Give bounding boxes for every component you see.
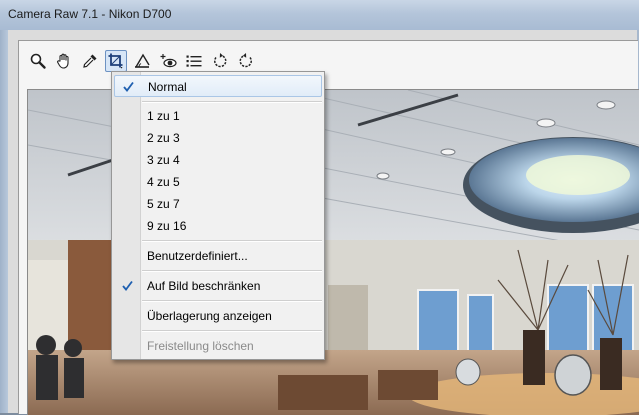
- menu-item-label: Überlagerung anzeigen: [147, 309, 272, 323]
- menu-item-custom[interactable]: Benutzerdefiniert...: [112, 245, 324, 267]
- menu-item-normal[interactable]: Normal: [114, 75, 322, 97]
- rotate-ccw-button[interactable]: [209, 50, 231, 72]
- menu-separator: [142, 101, 322, 103]
- menu-separator: [142, 240, 322, 242]
- hand-tool-button[interactable]: [53, 50, 75, 72]
- straighten-tool-button[interactable]: [131, 50, 153, 72]
- straighten-icon: [135, 53, 150, 68]
- menu-item-1-zu-1[interactable]: 1 zu 1: [112, 105, 324, 127]
- menu-item-3-zu-4[interactable]: 3 zu 4: [112, 149, 324, 171]
- menu-item-9-zu-16[interactable]: 9 zu 16: [112, 215, 324, 237]
- window-frame-left: [0, 30, 8, 413]
- eyedropper-tool-button[interactable]: [79, 50, 101, 72]
- redeye-tool-button[interactable]: [157, 50, 179, 72]
- crop-aspect-menu: Normal 1 zu 1 2 zu 3 3 zu 4 4 zu 5 5 zu …: [111, 71, 325, 360]
- menu-item-label: 1 zu 1: [147, 109, 180, 123]
- redeye-icon: [160, 54, 177, 68]
- menu-item-label: Auf Bild beschränken: [147, 279, 261, 293]
- menu-item-4-zu-5[interactable]: 4 zu 5: [112, 171, 324, 193]
- menu-item-2-zu-3[interactable]: 2 zu 3: [112, 127, 324, 149]
- menu-item-label: Benutzerdefiniert...: [147, 249, 248, 263]
- menu-item-label: Freistellung löschen: [147, 339, 254, 353]
- menu-item-constrain-to-image[interactable]: Auf Bild beschränken: [112, 275, 324, 297]
- rotate-ccw-icon: [214, 53, 227, 68]
- zoom-icon: [30, 53, 46, 69]
- check-icon: [122, 280, 133, 291]
- menu-item-label: 2 zu 3: [147, 131, 180, 145]
- menu-separator: [142, 300, 322, 302]
- list-icon: [186, 55, 202, 67]
- menu-item-label: 3 zu 4: [147, 153, 180, 167]
- window-titlebar[interactable]: Camera Raw 7.1 - Nikon D700: [0, 0, 639, 31]
- rotate-cw-button[interactable]: [235, 50, 257, 72]
- menu-item-clear-crop: Freistellung löschen: [112, 335, 324, 357]
- toolbar: [27, 49, 261, 73]
- menu-separator: [142, 330, 322, 332]
- menu-item-show-overlay[interactable]: Überlagerung anzeigen: [112, 305, 324, 327]
- rotate-cw-icon: [239, 53, 252, 68]
- window-title: Camera Raw 7.1 - Nikon D700: [8, 7, 172, 21]
- menu-item-label: 5 zu 7: [147, 197, 180, 211]
- hand-icon: [57, 53, 69, 69]
- menu-item-5-zu-7[interactable]: 5 zu 7: [112, 193, 324, 215]
- menu-item-label: 4 zu 5: [147, 175, 180, 189]
- crop-tool-button[interactable]: [105, 50, 127, 72]
- eyedropper-icon: [83, 54, 97, 68]
- zoom-tool-button[interactable]: [27, 50, 49, 72]
- check-icon: [123, 81, 134, 92]
- preferences-list-button[interactable]: [183, 50, 205, 72]
- crop-icon: [108, 53, 123, 69]
- menu-item-label: 9 zu 16: [147, 219, 187, 233]
- menu-item-label: Normal: [148, 80, 187, 94]
- menu-separator: [142, 270, 322, 272]
